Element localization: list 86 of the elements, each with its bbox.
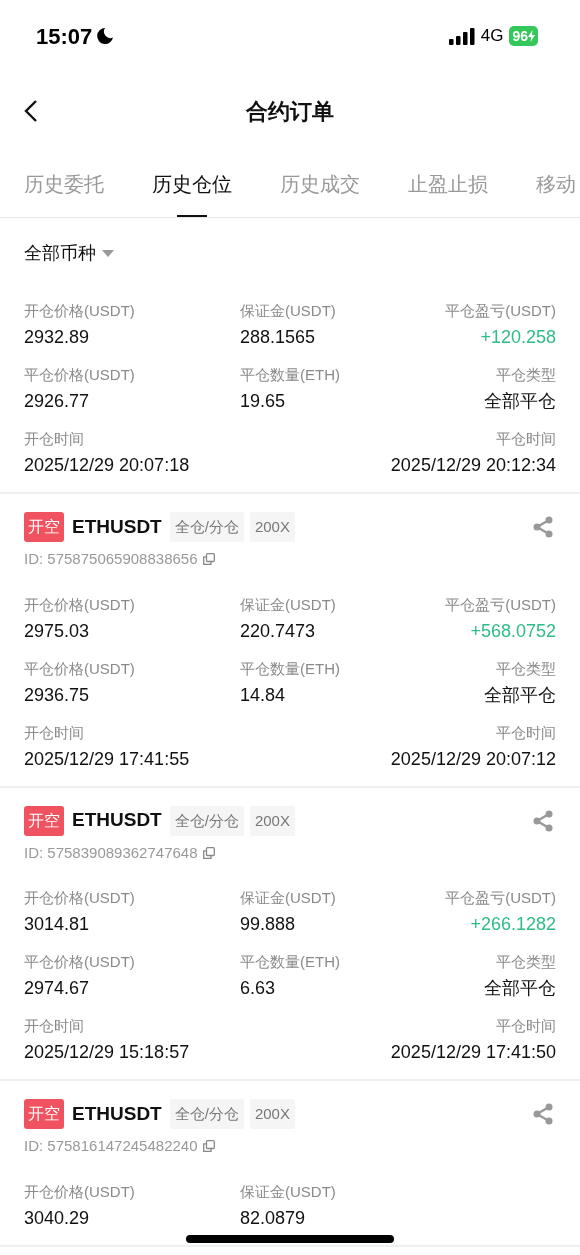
field-label: 平仓时间 (496, 429, 556, 449)
field-value: 99.888 (240, 913, 296, 936)
leverage-tag: 200X (249, 805, 295, 836)
field-label: 开仓价格(USDT) (24, 1181, 135, 1202)
network-label: 4G (480, 25, 504, 48)
field-value: 全部平仓 (484, 683, 556, 707)
share-icon[interactable] (532, 1103, 554, 1125)
field-label: 平仓价格(USDT) (24, 952, 135, 972)
field-label: 保证金(USDT) (240, 594, 336, 615)
field-label: 开仓价格(USDT) (24, 301, 135, 321)
symbol: ETHUSDT (72, 514, 162, 539)
moon-icon (96, 27, 115, 45)
field-value: +568.0752 (470, 619, 556, 643)
field-label: 平仓类型 (496, 658, 556, 679)
field-value: 2025/12/29 20:07:18 (24, 454, 190, 477)
side-badge: 开空 (24, 512, 64, 542)
share-icon[interactable] (532, 516, 554, 538)
field-value: 3040.29 (24, 1206, 90, 1230)
field-value: 19.65 (240, 390, 286, 413)
order-id: ID: 575839089362747648 (24, 842, 198, 863)
field-label: 保证金(USDT) (240, 888, 336, 908)
field-label: 平仓类型 (496, 952, 556, 972)
field-label: 平仓盈亏(USDT) (445, 301, 556, 321)
copy-icon[interactable] (202, 846, 215, 859)
margin-mode-tag: 全仓/分仓 (169, 805, 244, 836)
field-label: 平仓时间 (496, 722, 556, 743)
field-label: 平仓数量(ETH) (240, 365, 340, 385)
field-value: 220.7473 (240, 619, 316, 643)
symbol: ETHUSDT (72, 808, 162, 833)
margin-mode-tag: 全仓/分仓 (169, 512, 244, 542)
leverage-tag: 200X (249, 1099, 295, 1129)
field-value: 2025/12/29 17:41:55 (24, 747, 190, 771)
field-value: +266.1282 (470, 913, 556, 936)
field-label: 保证金(USDT) (240, 301, 336, 321)
field-label: 开仓时间 (24, 722, 84, 743)
side-badge: 开空 (24, 1099, 64, 1129)
copy-icon[interactable] (202, 553, 215, 566)
field-label: 平仓盈亏(USDT) (445, 594, 556, 615)
field-label: 平仓数量(ETH) (240, 658, 340, 679)
tab[interactable]: 止盈止损 (408, 150, 488, 217)
field-value: 3014.81 (24, 913, 90, 936)
field-value: 6.63 (240, 977, 276, 1000)
field-value: 2025/12/29 20:12:34 (390, 454, 556, 477)
field-label: 平仓数量(ETH) (240, 952, 340, 972)
order-id: ID: 575875065908838656 (24, 549, 198, 569)
caret-icon (102, 249, 114, 258)
field-value: +120.258 (480, 326, 556, 349)
field-value: 288.1565 (240, 326, 316, 349)
field-value: 2975.03 (24, 619, 90, 643)
leverage-tag: 200X (249, 512, 295, 542)
field-value: 2936.75 (24, 683, 90, 707)
coin-filter[interactable]: 全部币种 (0, 218, 138, 267)
field-value: 全部平仓 (484, 977, 556, 1000)
page-title: 合约订单 (246, 97, 334, 126)
tab[interactable]: 历史仓位 (152, 150, 232, 217)
battery-icon: 96 (509, 26, 538, 46)
tab[interactable]: 移动 (536, 150, 576, 217)
copy-icon[interactable] (202, 1140, 215, 1153)
field-label: 开仓时间 (24, 429, 84, 449)
margin-mode-tag: 全仓/分仓 (169, 1099, 244, 1129)
field-value: 2926.77 (24, 390, 90, 413)
field-value: 2025/12/29 20:07:12 (390, 747, 556, 771)
field-label: 开仓时间 (24, 1016, 84, 1036)
field-value: 2025/12/29 15:18:57 (24, 1041, 190, 1064)
field-label: 保证金(USDT) (240, 1181, 336, 1202)
field-value: 2025/12/29 17:41:50 (390, 1041, 556, 1064)
clock: 15:07 (36, 22, 93, 51)
field-label: 平仓价格(USDT) (24, 365, 135, 385)
field-value: 2974.67 (24, 977, 90, 1000)
field-value: 14.84 (240, 683, 286, 707)
field-label: 平仓盈亏(USDT) (445, 888, 556, 908)
field-value: 82.0879 (240, 1206, 306, 1230)
signal-icon (448, 27, 475, 45)
field-value: 2932.89 (24, 326, 90, 349)
share-icon[interactable] (532, 809, 554, 832)
side-badge: 开空 (24, 805, 64, 836)
field-value: 全部平仓 (484, 390, 556, 413)
field-label: 平仓时间 (496, 1016, 556, 1036)
tab[interactable]: 历史成交 (280, 150, 360, 217)
order-id: ID: 575816147245482240 (24, 1136, 198, 1156)
tab[interactable]: 历史委托 (24, 150, 104, 217)
symbol: ETHUSDT (72, 1101, 162, 1126)
field-label: 开仓价格(USDT) (24, 888, 135, 908)
field-label: 开仓价格(USDT) (24, 594, 135, 615)
field-label: 平仓类型 (496, 365, 556, 385)
field-label: 平仓价格(USDT) (24, 658, 135, 679)
